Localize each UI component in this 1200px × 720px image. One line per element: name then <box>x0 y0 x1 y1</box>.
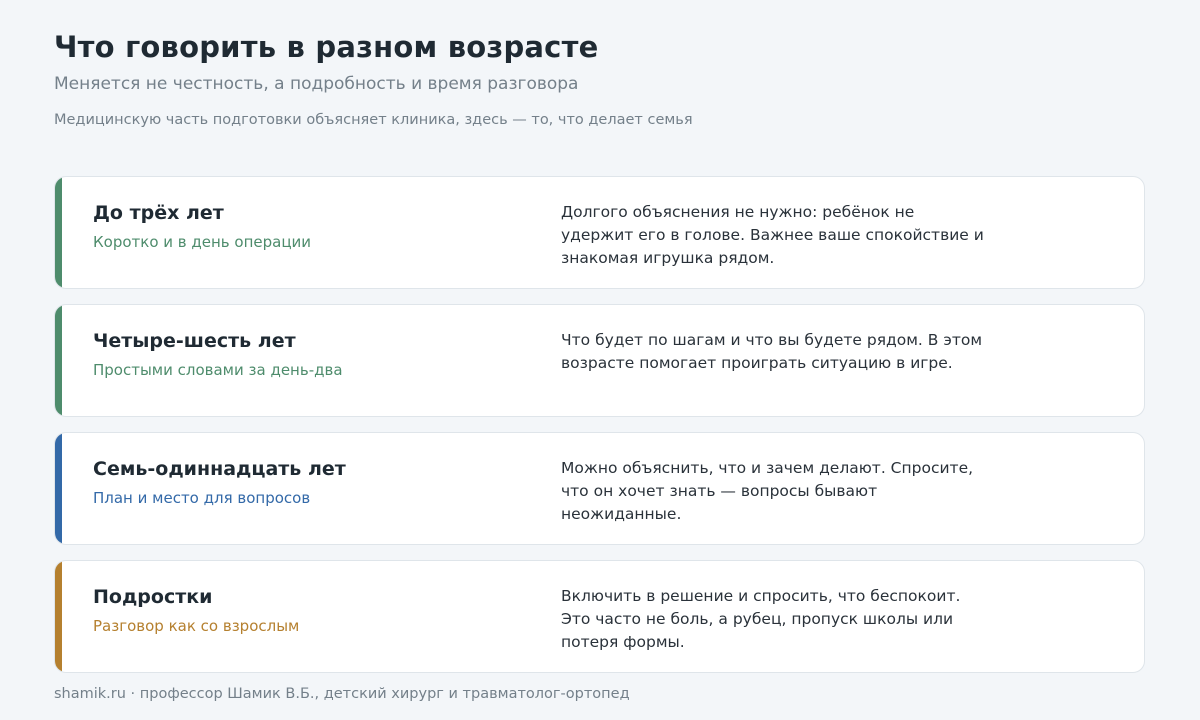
age-card-school: Семь-одиннадцать лет План и место для во… <box>54 432 1145 545</box>
card-description: Что будет по шагам и что вы будете рядом… <box>561 331 983 372</box>
age-card-preschool: Четыре-шесть лет Простыми словами за ден… <box>54 304 1145 417</box>
page-note: Медицинскую часть подготовки объясняет к… <box>54 112 693 128</box>
footer-credit: shamik.ru · профессор Шамик В.Б., детски… <box>54 686 630 702</box>
card-description: Долгого объяснения не нужно: ребёнок не … <box>561 203 984 267</box>
card-accent-bar <box>55 305 62 416</box>
card-hint: Коротко и в день операции <box>93 233 312 251</box>
card-accent-bar <box>55 177 62 288</box>
card-description: Можно объяснить, что и зачем делают. Спр… <box>561 459 974 523</box>
card-accent-bar <box>55 433 62 544</box>
card-age-title: Четыре-шесть лет <box>93 330 296 352</box>
card-hint: Простыми словами за день-два <box>93 361 343 379</box>
card-accent-bar <box>55 561 62 672</box>
page-subtitle: Меняется не честность, а подробность и в… <box>54 74 579 94</box>
card-hint: План и место для вопросов <box>93 489 311 507</box>
age-card-toddler: До трёх лет Коротко и в день операции До… <box>54 176 1145 289</box>
card-age-title: До трёх лет <box>93 202 224 224</box>
page-title: Что говорить в разном возрасте <box>54 30 599 64</box>
age-card-teens: Подростки Разговор как со взрослым Включ… <box>54 560 1145 673</box>
card-description: Включить в решение и спросить, что беспо… <box>561 587 961 651</box>
card-age-title: Подростки <box>93 586 213 608</box>
card-age-title: Семь-одиннадцать лет <box>93 458 346 480</box>
card-hint: Разговор как со взрослым <box>93 617 300 635</box>
